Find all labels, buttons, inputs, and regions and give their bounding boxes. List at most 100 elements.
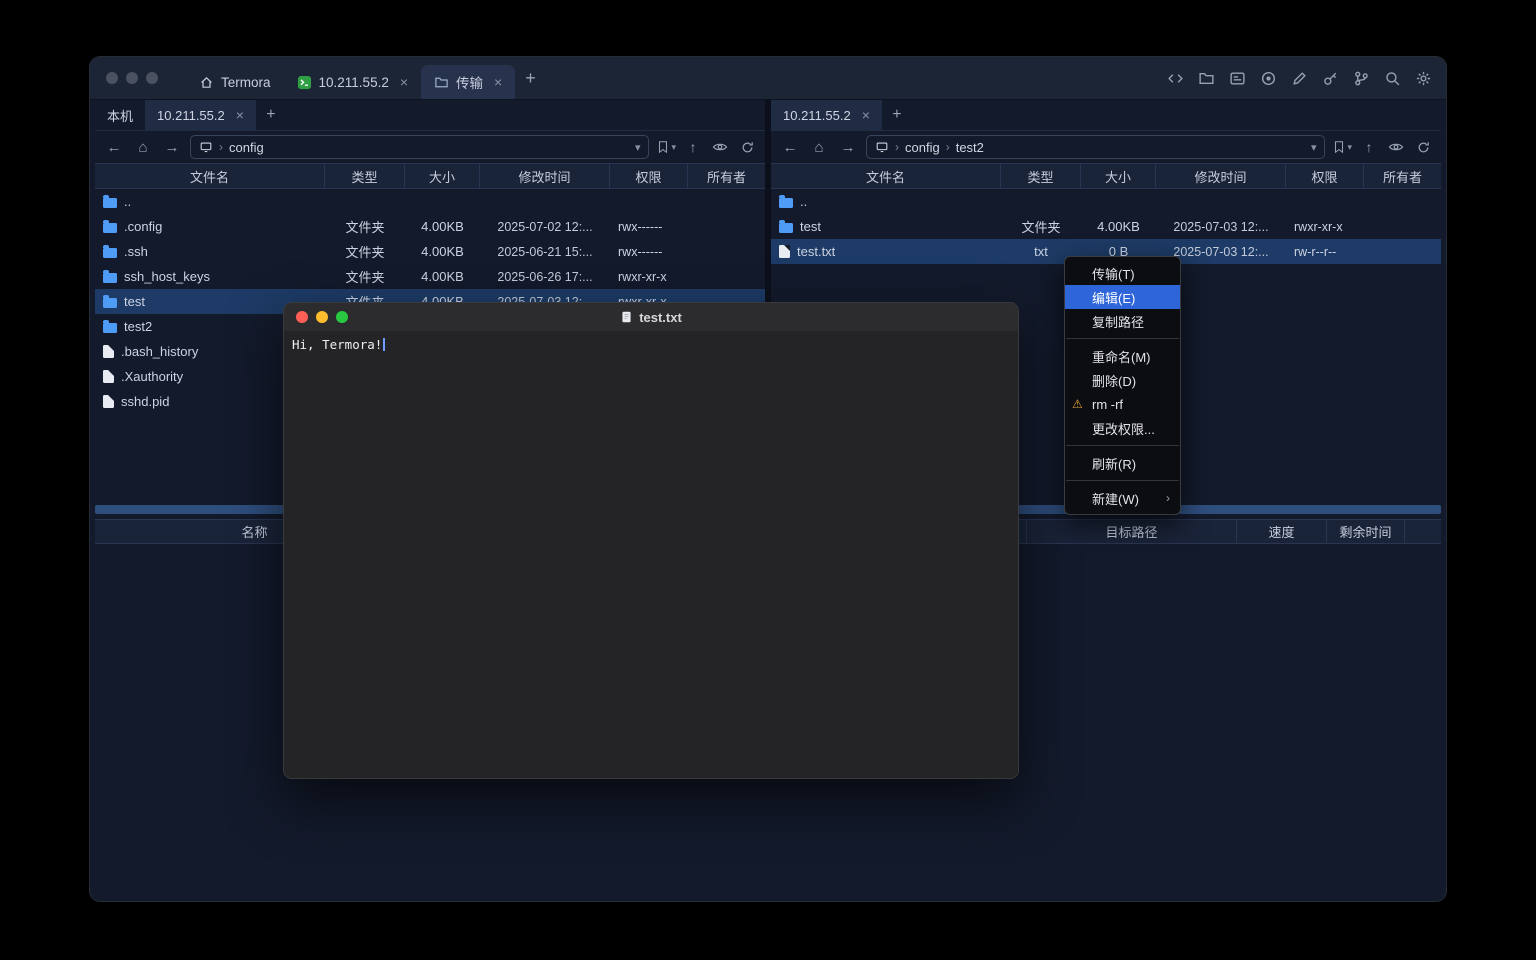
tab-termora-home[interactable]: Termora <box>186 65 284 99</box>
show-hidden-button[interactable] <box>1386 136 1406 158</box>
bookmark-icon <box>1332 140 1346 154</box>
editor-titlebar[interactable]: test.txt <box>284 303 1018 331</box>
new-tab-button[interactable]: + <box>515 68 546 89</box>
show-hidden-button[interactable] <box>710 136 730 158</box>
minimize-window-button[interactable] <box>126 72 138 84</box>
column-header-destination[interactable]: 目标路径 <box>1027 520 1237 543</box>
bookmark-button[interactable]: ▾ <box>656 140 676 154</box>
code-icon[interactable] <box>1167 70 1184 87</box>
close-tab-icon[interactable]: × <box>236 108 244 122</box>
close-window-button[interactable] <box>296 311 308 323</box>
table-row[interactable]: .ssh 文件夹4.00KB2025-06-21 15:...rwx------ <box>95 239 765 264</box>
chevron-down-icon: ▾ <box>671 142 676 153</box>
right-panel-toolbar: ← ⌂ → › config › test2 ▾ ▾ ↑ <box>771 131 1441 163</box>
left-panel-tabs: 本机 10.211.55.2 × + <box>95 100 765 131</box>
tab-host-10-211-55-2[interactable]: 10.211.55.2 × <box>284 65 422 99</box>
menu-separator <box>1066 480 1179 481</box>
column-header-modified[interactable]: 修改时间 <box>480 164 610 188</box>
menu-item-refresh[interactable]: 刷新(R) <box>1065 451 1180 475</box>
back-button[interactable]: ← <box>103 136 125 158</box>
tab-host[interactable]: 10.211.55.2 × <box>145 100 256 130</box>
menu-item-delete[interactable]: 删除(D) <box>1065 368 1180 392</box>
log-icon[interactable] <box>1229 70 1246 87</box>
file-icon <box>103 395 114 408</box>
column-header-type[interactable]: 类型 <box>1001 164 1081 188</box>
parent-directory-button[interactable]: ↑ <box>683 136 703 158</box>
home-button[interactable]: ⌂ <box>808 136 830 158</box>
folder-icon <box>434 75 449 90</box>
key-icon[interactable] <box>1322 70 1339 87</box>
breadcrumb-separator: › <box>895 140 899 154</box>
column-header-permissions[interactable]: 权限 <box>610 164 688 188</box>
search-icon[interactable] <box>1384 70 1401 87</box>
close-tab-icon[interactable]: × <box>400 75 408 89</box>
column-header-modified[interactable]: 修改时间 <box>1156 164 1286 188</box>
forward-icon: → <box>841 139 856 156</box>
column-header-size[interactable]: 大小 <box>405 164 480 188</box>
column-header-size[interactable]: 大小 <box>1081 164 1156 188</box>
new-panel-tab-button[interactable]: + <box>256 100 286 130</box>
chevron-down-icon[interactable]: ▾ <box>635 141 641 154</box>
refresh-button[interactable] <box>1413 136 1433 158</box>
forward-button[interactable]: → <box>161 136 183 158</box>
menu-item-edit[interactable]: 编辑(E) <box>1065 285 1180 309</box>
menu-item-rm-rf[interactable]: ⚠rm -rf <box>1065 392 1180 416</box>
up-arrow-icon: ↑ <box>1366 139 1373 155</box>
minimize-window-button[interactable] <box>316 311 328 323</box>
home-button[interactable]: ⌂ <box>132 136 154 158</box>
tab-host[interactable]: 10.211.55.2 × <box>771 100 882 130</box>
column-header-owner[interactable]: 所有者 <box>1364 164 1441 188</box>
column-header-filename[interactable]: 文件名 <box>95 164 325 188</box>
zoom-window-button[interactable] <box>146 72 158 84</box>
refresh-icon <box>740 140 755 155</box>
document-icon <box>620 310 633 324</box>
breadcrumb-segment[interactable]: config <box>229 140 264 155</box>
editor-text-area[interactable]: Hi, Termora! <box>284 331 1018 778</box>
path-breadcrumb[interactable]: › config › test2 ▾ <box>866 135 1325 159</box>
zoom-window-button[interactable] <box>336 311 348 323</box>
transfer-header-tail <box>1405 520 1441 543</box>
refresh-button[interactable] <box>737 136 757 158</box>
breadcrumb-segment[interactable]: test2 <box>956 140 984 155</box>
column-header-type[interactable]: 类型 <box>325 164 405 188</box>
tab-transfer[interactable]: 传输 × <box>421 65 515 99</box>
table-row[interactable]: .. <box>95 189 765 214</box>
branch-icon[interactable] <box>1353 70 1370 87</box>
column-header-speed[interactable]: 速度 <box>1237 520 1327 543</box>
bookmark-button[interactable]: ▾ <box>1332 140 1352 154</box>
new-panel-tab-button[interactable]: + <box>882 100 912 130</box>
path-breadcrumb[interactable]: › config ▾ <box>190 135 649 159</box>
parent-directory-button[interactable]: ↑ <box>1359 136 1379 158</box>
folder-icon <box>103 273 117 283</box>
column-header-owner[interactable]: 所有者 <box>688 164 765 188</box>
column-header-permissions[interactable]: 权限 <box>1286 164 1364 188</box>
forward-button[interactable]: → <box>837 136 859 158</box>
column-header-filename[interactable]: 文件名 <box>771 164 1001 188</box>
tab-local[interactable]: 本机 <box>95 100 145 130</box>
record-icon[interactable] <box>1260 70 1277 87</box>
table-row[interactable]: test 文件夹4.00KB2025-07-03 12:...rwxr-xr-x <box>771 214 1441 239</box>
menu-item-copy-path[interactable]: 复制路径 <box>1065 309 1180 333</box>
chevron-down-icon[interactable]: ▾ <box>1311 141 1317 154</box>
gear-icon[interactable] <box>1415 70 1432 87</box>
titlebar[interactable]: Termora 10.211.55.2 × 传输 × + <box>90 57 1446 100</box>
menu-item-new[interactable]: 新建(W)› <box>1065 486 1180 510</box>
pencil-icon[interactable] <box>1291 70 1308 87</box>
column-header-remaining-time[interactable]: 剩余时间 <box>1327 520 1405 543</box>
menu-item-change-permissions[interactable]: 更改权限... <box>1065 416 1180 440</box>
table-row[interactable]: .. <box>771 189 1441 214</box>
back-button[interactable]: ← <box>779 136 801 158</box>
folder-icon[interactable] <box>1198 70 1215 87</box>
editor-window-title: test.txt <box>620 310 682 325</box>
breadcrumb-segment[interactable]: config <box>905 140 940 155</box>
breadcrumb-separator: › <box>219 140 223 154</box>
close-tab-icon[interactable]: × <box>862 108 870 122</box>
close-window-button[interactable] <box>106 72 118 84</box>
menu-item-rename[interactable]: 重命名(M) <box>1065 344 1180 368</box>
menu-item-transfer[interactable]: 传输(T) <box>1065 261 1180 285</box>
table-row[interactable]: ssh_host_keys 文件夹4.00KB2025-06-26 17:...… <box>95 264 765 289</box>
folder-icon <box>103 298 117 308</box>
close-tab-icon[interactable]: × <box>494 75 502 89</box>
editor-window: test.txt Hi, Termora! <box>283 302 1019 779</box>
table-row[interactable]: .config 文件夹4.00KB2025-07-02 12:...rwx---… <box>95 214 765 239</box>
